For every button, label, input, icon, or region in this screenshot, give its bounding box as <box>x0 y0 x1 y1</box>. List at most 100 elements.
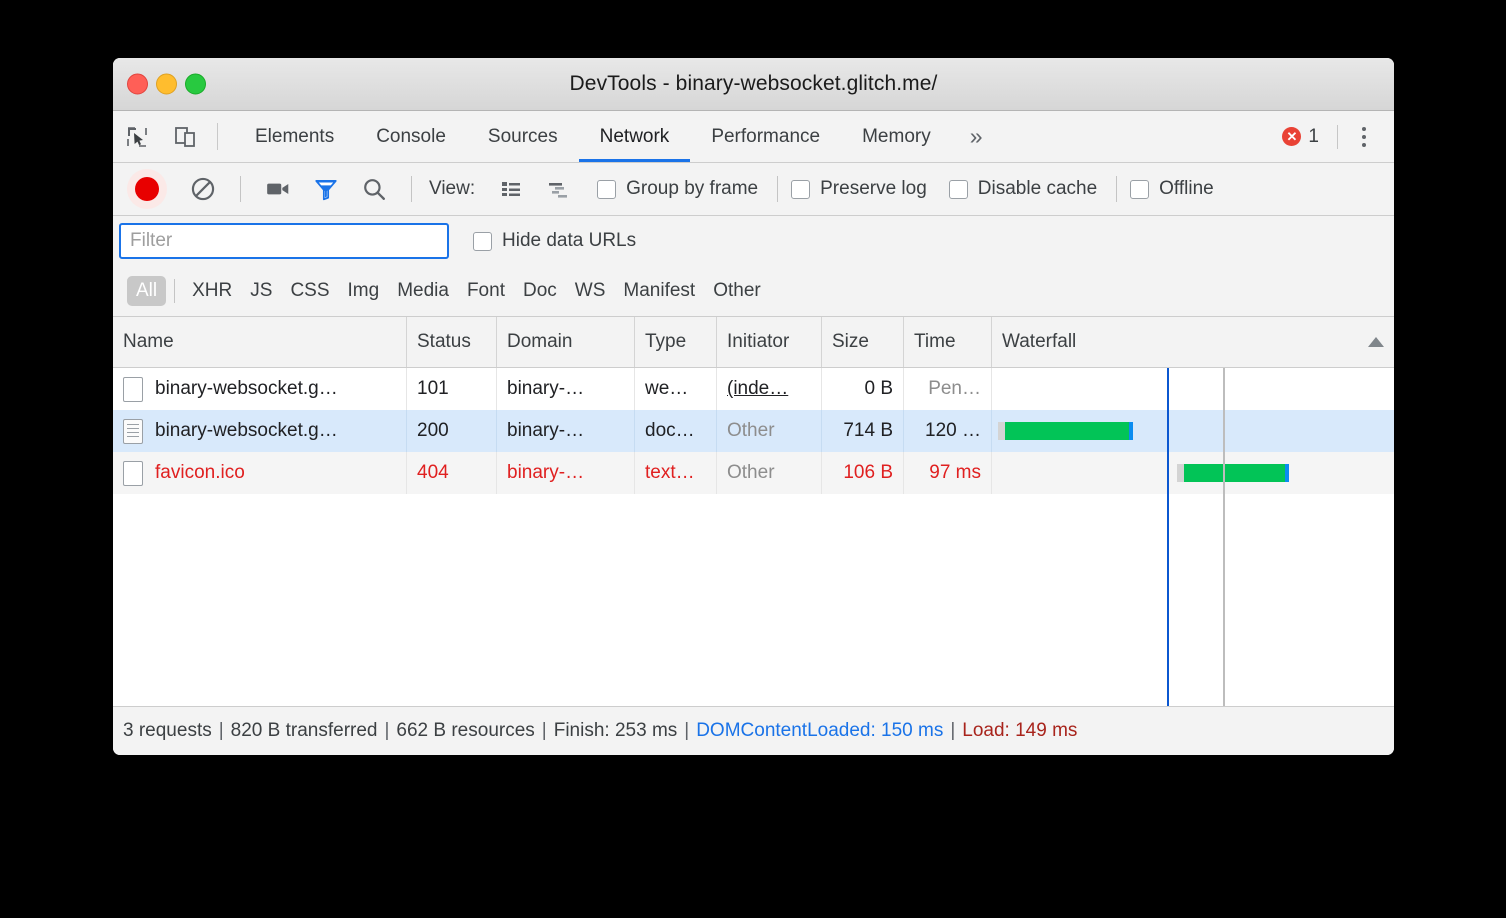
footer-requests: 3 requests <box>123 720 212 742</box>
tabbar-right-controls: ✕ 1 <box>1272 111 1394 162</box>
group-by-frame-checkbox[interactable]: Group by frame <box>597 178 758 200</box>
type-filter-all[interactable]: All <box>127 276 166 306</box>
minimize-window-button[interactable] <box>156 74 177 95</box>
type-filter-xhr[interactable]: XHR <box>183 276 241 306</box>
type-filter-doc[interactable]: Doc <box>514 276 566 306</box>
preserve-log-box[interactable] <box>791 180 810 199</box>
initiator-link[interactable]: (inde… <box>727 378 788 400</box>
devtools-window: DevTools - binary-websocket.glitch.me/ E… <box>113 58 1394 755</box>
type-filter-css-label: CSS <box>290 280 329 301</box>
error-badge[interactable]: ✕ 1 <box>1272 126 1329 148</box>
waterfall-tail-segment <box>1129 422 1133 440</box>
toolbar-divider-2 <box>411 176 412 202</box>
type-filter-other[interactable]: Other <box>704 276 770 306</box>
column-header-name[interactable]: Name <box>113 317 407 367</box>
document-file-icon <box>123 419 143 444</box>
column-header-type[interactable]: Type <box>635 317 717 367</box>
table-row[interactable]: favicon.ico 404 binary-… text… Other 106… <box>113 452 1394 494</box>
filter-input[interactable] <box>119 223 449 259</box>
tabbar-right-divider <box>1337 125 1338 149</box>
screenshot-camera-icon[interactable] <box>254 169 302 209</box>
close-window-button[interactable] <box>127 74 148 95</box>
column-header-status[interactable]: Status <box>407 317 497 367</box>
column-header-type-label: Type <box>645 331 686 353</box>
column-header-initiator-label: Initiator <box>727 331 789 353</box>
maximize-window-button[interactable] <box>185 74 206 95</box>
type-filter-media-label: Media <box>397 280 449 301</box>
cell-size: 106 B <box>822 452 904 494</box>
type-filter-chips: All XHR JS CSS Img Media Font Doc WS Man… <box>113 266 1394 317</box>
waterfall-download-segment <box>1184 464 1286 482</box>
clear-icon[interactable] <box>179 169 227 209</box>
cell-initiator[interactable]: (inde… <box>717 368 822 410</box>
table-row[interactable]: binary-websocket.g… 101 binary-… we… (in… <box>113 368 1394 410</box>
tab-network-label: Network <box>600 126 670 148</box>
tab-network[interactable]: Network <box>579 111 691 162</box>
window-titlebar: DevTools - binary-websocket.glitch.me/ <box>113 58 1394 111</box>
type-filter-js-label: JS <box>250 280 272 301</box>
waterfall-bar <box>998 422 1133 440</box>
column-header-size[interactable]: Size <box>822 317 904 367</box>
hide-data-urls-checkbox[interactable]: Hide data URLs <box>473 230 636 252</box>
table-row[interactable]: binary-websocket.g… 200 binary-… doc… Ot… <box>113 410 1394 452</box>
footer-finish: Finish: 253 ms <box>554 720 678 742</box>
waterfall-view-icon[interactable] <box>535 169 583 209</box>
table-body: binary-websocket.g… 101 binary-… we… (in… <box>113 368 1394 706</box>
column-header-waterfall[interactable]: Waterfall <box>992 317 1394 367</box>
tab-console-label: Console <box>376 126 446 148</box>
tab-memory[interactable]: Memory <box>841 111 952 162</box>
network-summary-footer: 3 requests | 820 B transferred | 662 B r… <box>113 706 1394 755</box>
device-toolbar-icon[interactable] <box>161 111 209 162</box>
type-filter-font[interactable]: Font <box>458 276 514 306</box>
list-view-icon[interactable] <box>487 169 535 209</box>
footer-separator: | <box>542 720 547 742</box>
cell-status: 101 <box>407 368 497 410</box>
type-filter-font-label: Font <box>467 280 505 301</box>
network-request-table: Name Status Domain Type Initiator Size T… <box>113 317 1394 706</box>
type-filter-js[interactable]: JS <box>241 276 281 306</box>
tab-sources[interactable]: Sources <box>467 111 579 162</box>
column-header-time-label: Time <box>914 331 956 353</box>
kebab-menu-icon[interactable] <box>1346 127 1382 147</box>
type-filter-other-label: Other <box>713 280 761 301</box>
tab-list: Elements Console Sources Network Perform… <box>234 111 1001 162</box>
offline-checkbox[interactable]: Offline <box>1130 178 1214 200</box>
tab-elements[interactable]: Elements <box>234 111 355 162</box>
disable-cache-checkbox[interactable]: Disable cache <box>949 178 1097 200</box>
inspect-cursor-icon[interactable] <box>113 111 161 162</box>
cell-name: favicon.ico <box>113 452 407 494</box>
error-count: 1 <box>1308 126 1319 148</box>
more-tabs-label: » <box>970 123 983 150</box>
type-filter-media[interactable]: Media <box>388 276 458 306</box>
group-by-frame-box[interactable] <box>597 180 616 199</box>
waterfall-stub <box>1177 464 1184 482</box>
search-icon[interactable] <box>350 169 398 209</box>
hide-data-urls-box[interactable] <box>473 232 492 251</box>
blank-file-icon <box>123 377 143 402</box>
record-button-icon[interactable] <box>127 169 167 209</box>
footer-resources: 662 B resources <box>396 720 534 742</box>
type-filter-ws[interactable]: WS <box>566 276 615 306</box>
type-filter-img[interactable]: Img <box>339 276 389 306</box>
type-filter-divider <box>174 279 175 303</box>
cell-status: 200 <box>407 410 497 452</box>
type-filter-manifest[interactable]: Manifest <box>614 276 704 306</box>
disable-cache-box[interactable] <box>949 180 968 199</box>
offline-box[interactable] <box>1130 180 1149 199</box>
table-header-row: Name Status Domain Type Initiator Size T… <box>113 317 1394 368</box>
group-by-frame-label: Group by frame <box>626 178 758 200</box>
filter-funnel-icon[interactable] <box>302 169 350 209</box>
more-tabs-button[interactable]: » <box>952 111 1001 162</box>
tab-performance[interactable]: Performance <box>690 111 841 162</box>
column-header-initiator[interactable]: Initiator <box>717 317 822 367</box>
preserve-log-checkbox[interactable]: Preserve log <box>791 178 927 200</box>
column-header-time[interactable]: Time <box>904 317 992 367</box>
traffic-lights <box>127 74 206 95</box>
footer-load: Load: 149 ms <box>962 720 1077 742</box>
cell-name-label: binary-websocket.g… <box>155 420 338 442</box>
column-header-domain[interactable]: Domain <box>497 317 635 367</box>
column-header-size-label: Size <box>832 331 869 353</box>
cell-domain: binary-… <box>497 368 635 410</box>
tab-console[interactable]: Console <box>355 111 467 162</box>
type-filter-css[interactable]: CSS <box>281 276 338 306</box>
